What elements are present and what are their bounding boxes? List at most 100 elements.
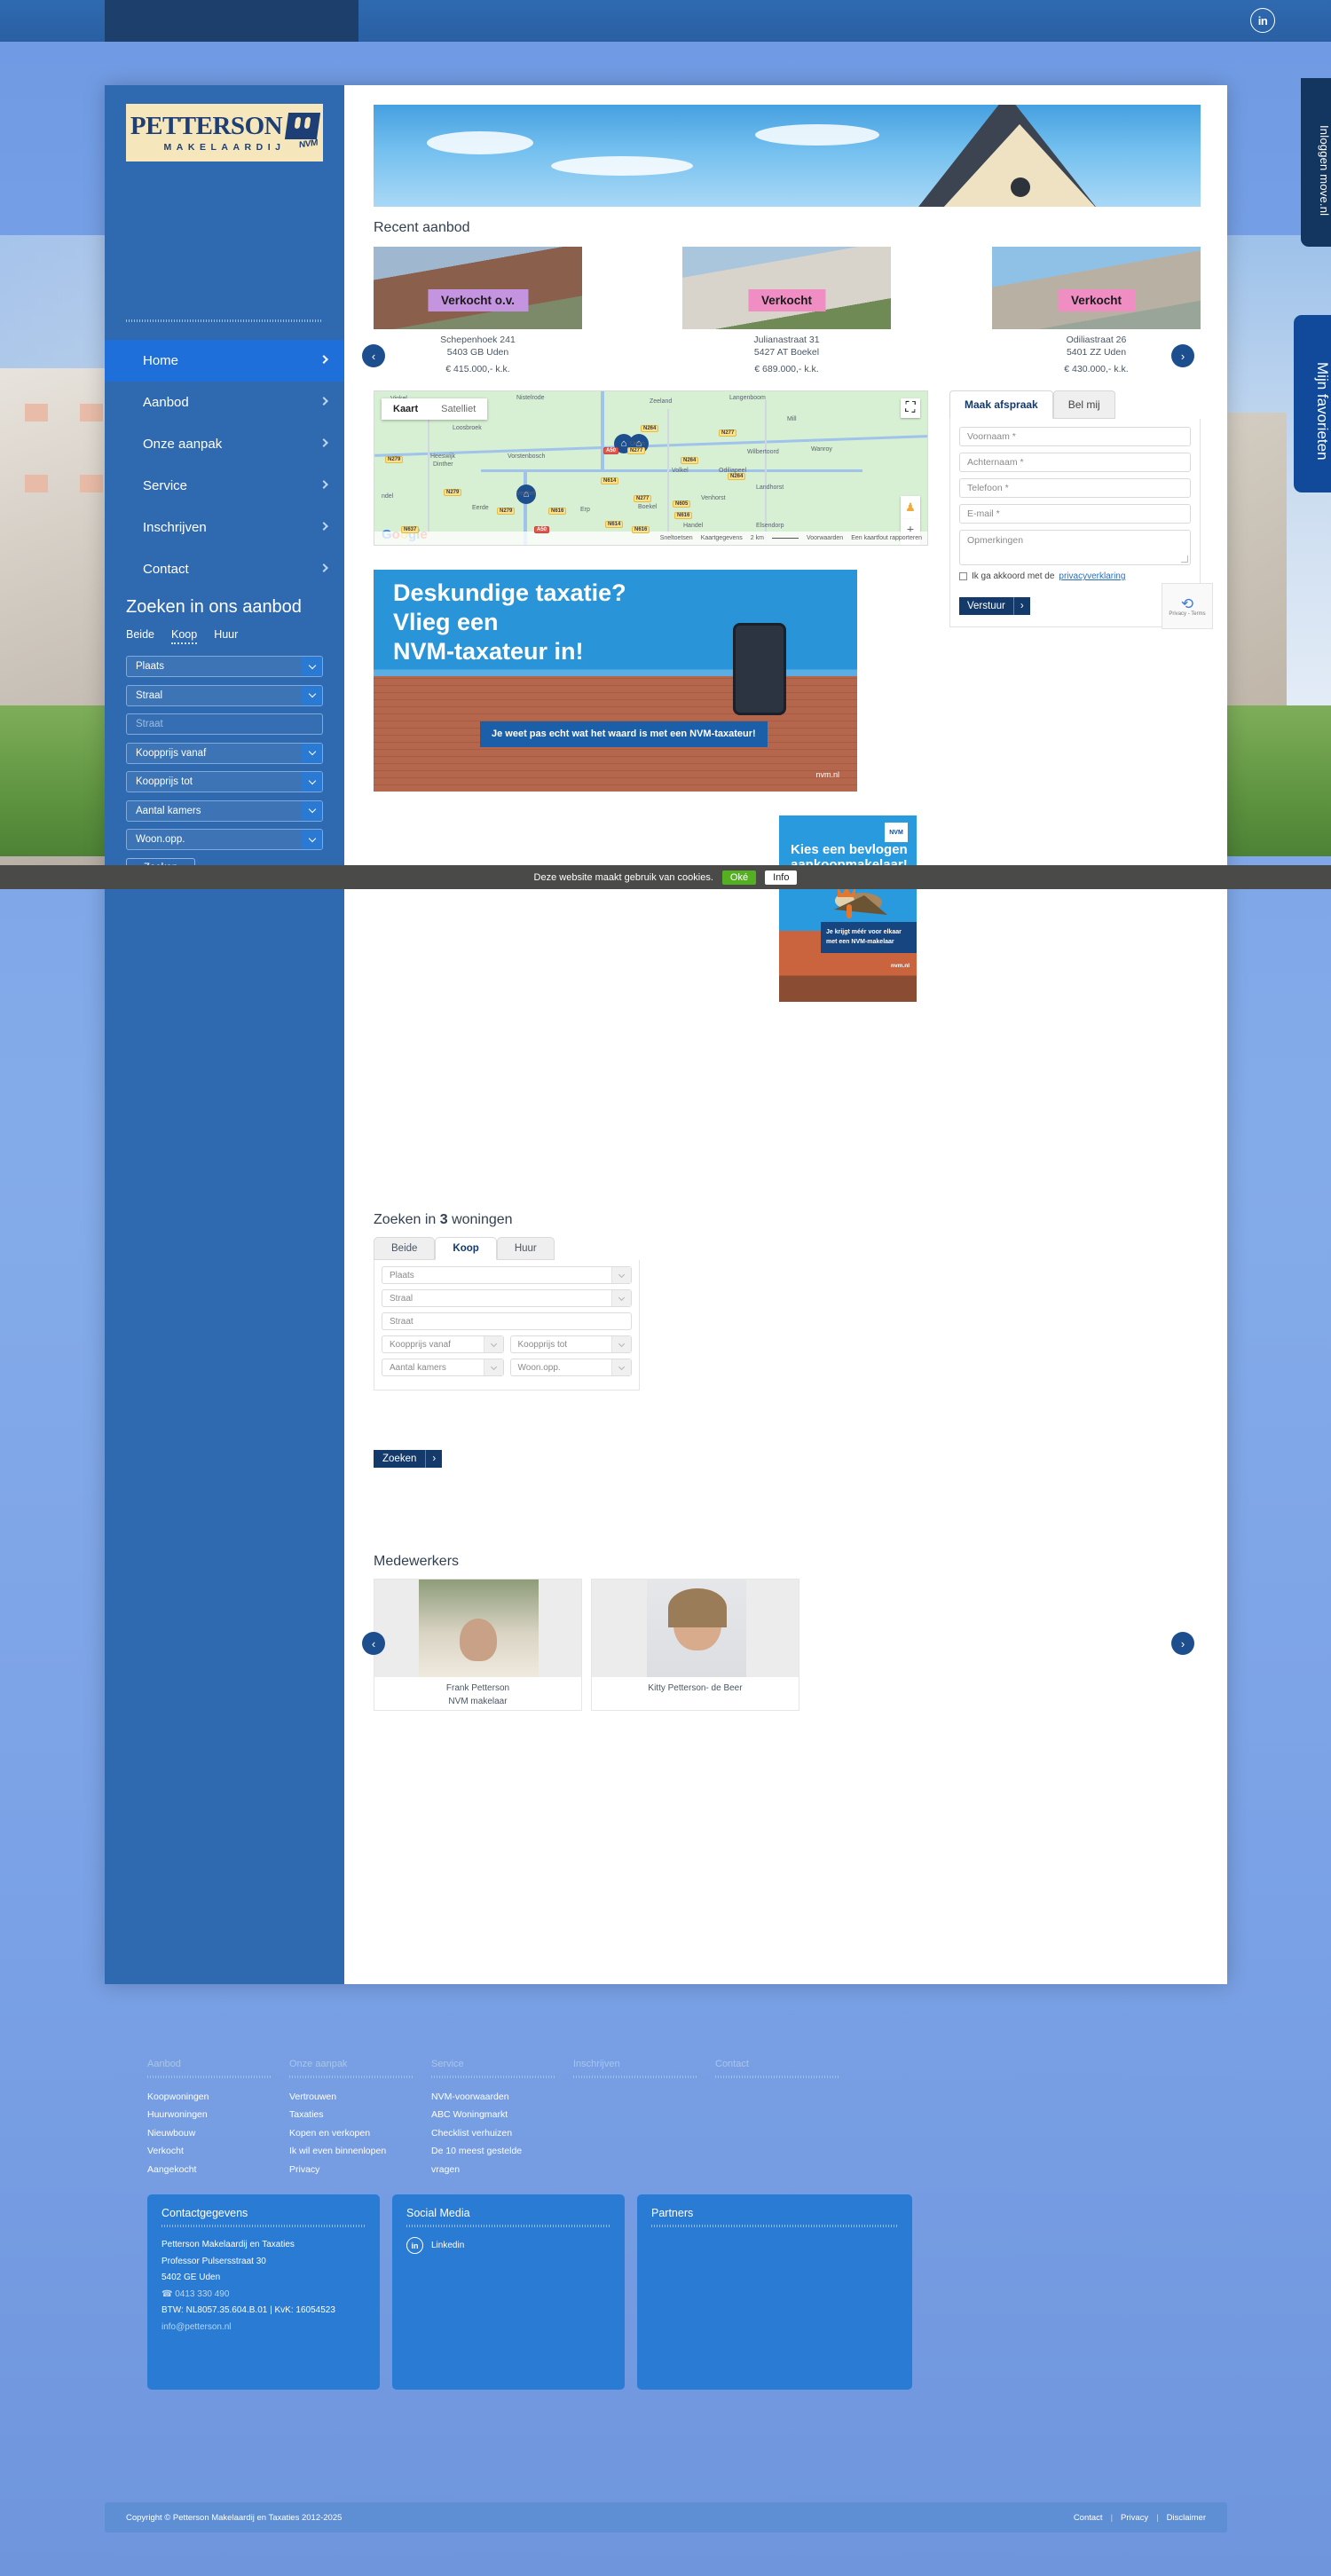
footer-link[interactable]: NVM-voorwaarden [431, 2088, 573, 2106]
footer-link[interactable]: De 10 meest gestelde [431, 2142, 573, 2160]
medewerkers-prev-button[interactable]: ‹ [362, 1632, 385, 1655]
top-bar-dark-block [105, 0, 358, 42]
select-aantal-kamers[interactable]: Aantal kamers [382, 1359, 504, 1376]
sidebar-tab-koop[interactable]: Koop [170, 628, 198, 644]
select-straal[interactable]: Straal [382, 1289, 632, 1307]
my-favorites-tab[interactable]: Mijn favorieten [1294, 315, 1331, 492]
status-badge: Verkocht [1057, 289, 1136, 311]
sidebar-item-onze-aanpak[interactable]: Onze aanpak [105, 423, 344, 465]
privacy-consent-row[interactable]: Ik ga akkoord met de privacyverklaring [959, 571, 1191, 581]
linkedin-row[interactable]: in Linkedin [406, 2237, 610, 2255]
map-widget[interactable]: Kaart Satelliet ⌂ ⌂ ⌂ ⛶ ♟ + − Google Sne… [374, 390, 928, 546]
sidebar-tab-huur[interactable]: Huur [214, 628, 238, 644]
map-place-label: Zeeland [650, 398, 673, 405]
street-view-pegman-icon[interactable]: ♟ [901, 496, 920, 519]
footer-privacy-link[interactable]: Privacy [1121, 2513, 1148, 2523]
footer-disclaimer-link[interactable]: Disclaimer [1167, 2513, 1206, 2523]
footer-link[interactable]: Huurwoningen [147, 2106, 289, 2123]
cookie-accept-button[interactable]: Oké [721, 870, 757, 885]
banner-taxatie[interactable]: Deskundige taxatie? Vlieg een NVM-taxate… [374, 570, 857, 792]
footer-link[interactable]: Aangekocht [147, 2161, 289, 2178]
logo[interactable]: PETTERSON NVM MAKELAARDIJ [126, 104, 323, 161]
banner-taxatie-line1: Deskundige taxatie? [393, 579, 626, 606]
company-email[interactable]: info@petterson.nl [161, 2320, 366, 2336]
select-koopprijs-vanaf[interactable]: Koopprijs vanaf [382, 1335, 504, 1353]
sidebar-select-straal[interactable]: Straal [126, 684, 323, 706]
select-plaats[interactable]: Plaats [382, 1266, 632, 1284]
achternaam-field[interactable]: Achternaam * [959, 453, 1191, 472]
telefoon-field[interactable]: Telefoon * [959, 478, 1191, 498]
listings-prev-button[interactable]: ‹ [362, 344, 385, 367]
select-woonopp[interactable]: Woon.opp. [509, 1359, 632, 1376]
sidebar-item-home[interactable]: Home [105, 340, 344, 382]
listing-card[interactable]: Verkocht Julianastraat 31 5427 AT Boekel… [682, 247, 891, 375]
opmerkingen-textarea[interactable]: Opmerkingen [959, 530, 1191, 565]
map-shortcuts-link[interactable]: Sneltoetsen [660, 535, 693, 541]
footer-link[interactable]: Nieuwbouw [147, 2124, 289, 2142]
footer-link[interactable]: Verkocht [147, 2142, 289, 2160]
tab-koop[interactable]: Koop [435, 1237, 497, 1260]
linkedin-icon[interactable]: in [1250, 8, 1275, 33]
sidebar-item-contact[interactable]: Contact [105, 548, 344, 590]
login-move-tab[interactable]: Inloggen move.nl [1301, 78, 1331, 247]
email-field[interactable]: E-mail * [959, 504, 1191, 524]
sidebar-item-service[interactable]: Service [105, 465, 344, 507]
banner-bird-line1: Kies een bevlogen [791, 842, 908, 857]
banner-aankoopmakelaar[interactable]: NVM Kies een bevlogen aankoopmakelaar! J… [779, 815, 917, 1002]
map-tab-satelliet[interactable]: Satelliet [429, 398, 487, 420]
footer-contact-link[interactable]: Contact [1074, 2513, 1103, 2523]
map-terms-link[interactable]: Voorwaarden [807, 535, 843, 541]
map-report-link[interactable]: Een kaartfout rapporteren [851, 535, 922, 541]
footer-link[interactable]: Ik wil even binnenlopen [289, 2142, 431, 2160]
sidebar-item-inschrijven[interactable]: Inschrijven [105, 507, 344, 548]
sidebar-select-koopprijs-tot[interactable]: Koopprijs tot [126, 771, 323, 792]
footer-link[interactable]: Checklist verhuizen [431, 2124, 573, 2142]
tab-maak-afspraak[interactable]: Maak afspraak [949, 390, 1053, 419]
tab-huur[interactable]: Huur [496, 1237, 555, 1260]
voornaam-field[interactable]: Voornaam * [959, 427, 1191, 446]
medewerkers-next-button[interactable]: › [1171, 1632, 1194, 1655]
sidebar-select-woonopp[interactable]: Woon.opp. [126, 829, 323, 850]
sidebar-tab-beide[interactable]: Beide [126, 628, 154, 644]
listing-card[interactable]: Verkocht Odiliastraat 26 5401 ZZ Uden € … [992, 247, 1201, 375]
sidebar-search-tabs: Beide Koop Huur [126, 628, 323, 644]
footer-link[interactable]: Kopen en verkopen [289, 2124, 431, 2142]
footer-link[interactable]: ABC Woningmarkt [431, 2106, 573, 2123]
select-koopprijs-tot[interactable]: Koopprijs tot [509, 1335, 632, 1353]
company-phone-row[interactable]: ☎ 0413 330 490 [161, 2287, 366, 2304]
footer-column-inschrijven: Inschrijven [573, 2059, 715, 2178]
map-type-toggle[interactable]: Kaart Satelliet [382, 398, 488, 420]
footer-link[interactable]: Vertrouwen [289, 2088, 431, 2106]
tab-beide[interactable]: Beide [374, 1237, 436, 1260]
listing-card[interactable]: Verkocht o.v. Schepenhoek 241 5403 GB Ud… [374, 247, 582, 375]
map-road-shield: N264 [728, 473, 746, 480]
map-fullscreen-icon[interactable]: ⛶ [901, 398, 920, 418]
cookie-info-button[interactable]: Info [765, 870, 798, 885]
sidebar-select-aantal-kamers[interactable]: Aantal kamers [126, 800, 323, 822]
sidebar-input-straat[interactable]: Straat [126, 713, 323, 735]
tab-bel-mij[interactable]: Bel mij [1052, 390, 1115, 419]
map-data-link[interactable]: Kaartgegevens [701, 535, 743, 541]
footer-link[interactable]: vragen [431, 2161, 573, 2178]
input-straat[interactable]: Straat [382, 1312, 632, 1330]
submit-button[interactable]: Verstuur › [959, 597, 1030, 615]
consent-checkbox[interactable] [959, 572, 967, 580]
medewerkers-section: Medewerkers Frank Petterson NVM makelaar [374, 1554, 1201, 1711]
employee-card[interactable]: Frank Petterson NVM makelaar [374, 1579, 582, 1711]
listings-next-button[interactable]: › [1171, 344, 1194, 367]
search-woningen-button[interactable]: Zoeken › [374, 1450, 443, 1468]
map-tab-kaart[interactable]: Kaart [382, 398, 429, 420]
footer-link[interactable]: Taxaties [289, 2106, 431, 2123]
nvm-logo-icon: NVM [885, 823, 908, 842]
sidebar-item-aanbod[interactable]: Aanbod [105, 382, 344, 423]
map-road-shield: N277 [634, 495, 652, 502]
employee-card[interactable]: Kitty Petterson- de Beer [591, 1579, 799, 1711]
consent-label: Ik ga akkoord met de [972, 571, 1055, 581]
search-woningen-tabs: Beide Koop Huur [374, 1237, 640, 1260]
sidebar-select-plaats[interactable]: Plaats [126, 656, 323, 677]
footer-link[interactable]: Koopwoningen [147, 2088, 289, 2106]
sidebar-select-koopprijs-vanaf[interactable]: Koopprijs vanaf [126, 742, 323, 764]
footer-link[interactable]: Privacy [289, 2161, 431, 2178]
privacy-policy-link[interactable]: privacyverklaring [1059, 571, 1125, 581]
box-title: Partners [651, 2207, 694, 2220]
